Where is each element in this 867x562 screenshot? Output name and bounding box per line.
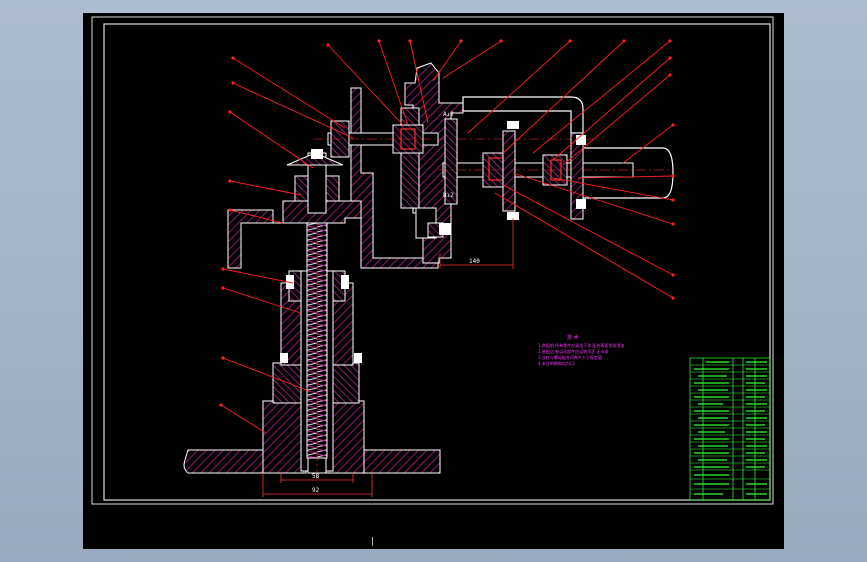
notes-heading: 技 术 <box>567 334 579 341</box>
view-label-b: B↓2 <box>443 192 454 199</box>
notes-line-1: 1.装配前 所有零件应清洗干净 配合表面涂润滑油 <box>538 342 624 348</box>
lower-shaft <box>438 118 673 205</box>
drawing-sheet: 140 58 92 A↓2 B↓2 技 术 1.装配前 所有零件应清洗干净 配合… <box>83 13 784 549</box>
dimension-outer-text: 92 <box>312 487 320 494</box>
cad-viewport: 140 58 92 A↓2 B↓2 技 术 1.装配前 所有零件应清洗干净 配合… <box>0 0 867 562</box>
notes-line-4: 4.未注明倒角均为C1 <box>538 360 576 366</box>
assembly-drawing: 140 58 92 A↓2 B↓2 技 术 1.装配前 所有零件应清洗干净 配合… <box>91 16 774 547</box>
technical-notes: 技 术 1.装配前 所有零件应清洗干净 配合表面涂润滑油 2.装配后 各运动部件… <box>538 334 624 366</box>
dimension-inner-text: 58 <box>312 473 320 480</box>
page-marker: | <box>371 537 374 547</box>
notes-line-2: 2.装配后 各运动部件应运转灵活 无卡滞 <box>538 348 608 354</box>
dimension-140-text: 140 <box>469 258 480 265</box>
view-label-a: A↓2 <box>443 111 454 118</box>
bottom-dimensions: 58 92 <box>262 473 373 497</box>
title-block <box>689 357 771 501</box>
notes-line-3: 3.丝杠与螺母配合间隙不大于规定值 <box>538 354 602 360</box>
